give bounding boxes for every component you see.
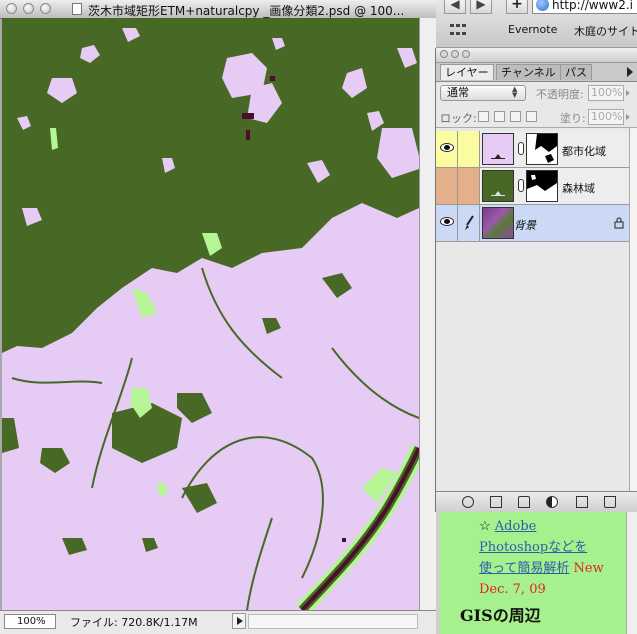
tab-channels[interactable]: チャンネル bbox=[496, 64, 561, 80]
lock-transparent-icon[interactable] bbox=[478, 111, 489, 122]
palette-window-controls bbox=[440, 50, 470, 58]
zoom-button[interactable] bbox=[40, 3, 51, 14]
palette-bottom-bar bbox=[436, 491, 637, 512]
palette-close-button[interactable] bbox=[440, 50, 448, 58]
layer-row-urban[interactable]: 都市化域 bbox=[436, 131, 629, 168]
document-title: 茨木市域矩形ETM+naturalcpy _画像分類2.psd @ 100... bbox=[88, 4, 405, 18]
layer-thumbnail-icon bbox=[482, 207, 514, 239]
adjustment-layer-icon[interactable] bbox=[546, 496, 558, 508]
layer-thumbnail-icon bbox=[482, 170, 514, 202]
layer-row-forest[interactable]: 森林域 bbox=[436, 168, 629, 205]
blend-row: 通常 ▲ ▼ 不透明度: 100% bbox=[436, 82, 637, 104]
fill-slider-arrow-icon[interactable] bbox=[626, 114, 630, 120]
article-link-line2[interactable]: Photoshopなどを bbox=[479, 540, 587, 555]
forward-button[interactable]: ▶ bbox=[470, 0, 492, 14]
classified-map bbox=[2, 18, 419, 610]
zoom-level-field[interactable]: 100% bbox=[4, 614, 56, 629]
web-news-item: ☆ Adobe Photoshopなどを 使って簡易解析 New Dec. 7,… bbox=[479, 516, 619, 600]
fill-field[interactable]: 100% bbox=[588, 109, 624, 125]
adjustment-icon bbox=[489, 154, 507, 163]
lock-icon bbox=[614, 217, 624, 229]
horizontal-scrollbar[interactable] bbox=[248, 614, 418, 629]
layers-empty-area bbox=[436, 244, 629, 491]
visibility-toggle[interactable] bbox=[436, 131, 458, 167]
palette-minimize-button[interactable] bbox=[451, 50, 459, 58]
tab-paths[interactable]: パス bbox=[560, 64, 592, 80]
image-canvas[interactable] bbox=[2, 18, 419, 610]
layer-mask-thumbnail[interactable] bbox=[526, 133, 558, 165]
layer-thumbnail-icon bbox=[482, 133, 514, 165]
browser-toolbar: ◀ ▶ + http://www2.i Evernote 木庭のサイト bbox=[436, 0, 637, 48]
palette-title-bar[interactable] bbox=[436, 48, 637, 63]
opacity-field[interactable]: 100% bbox=[588, 85, 624, 101]
adjustment-icon bbox=[489, 191, 507, 200]
layer-name: 森林域 bbox=[562, 182, 595, 195]
layer-style-icon[interactable] bbox=[462, 496, 474, 508]
brush-icon bbox=[465, 215, 474, 230]
lock-label: ロック: bbox=[440, 112, 477, 125]
eye-icon bbox=[440, 217, 454, 226]
article-link-line3[interactable]: 使って簡易解析 bbox=[479, 561, 569, 576]
trash-icon[interactable] bbox=[604, 496, 616, 508]
article-date: Dec. 7, 09 bbox=[479, 582, 546, 597]
eye-icon bbox=[440, 143, 454, 152]
lock-all-icon[interactable] bbox=[526, 111, 537, 122]
document-window: 茨木市域矩形ETM+naturalcpy _画像分類2.psd @ 100... bbox=[0, 0, 436, 634]
layers-scrollbar[interactable] bbox=[629, 128, 637, 491]
palette-zoom-button[interactable] bbox=[462, 50, 470, 58]
window-controls bbox=[6, 3, 51, 14]
layer-link-cell[interactable] bbox=[458, 131, 480, 167]
visibility-toggle[interactable] bbox=[436, 205, 458, 241]
minimize-button[interactable] bbox=[23, 3, 34, 14]
new-group-icon[interactable] bbox=[518, 496, 530, 508]
fill-label: 塗り: bbox=[560, 112, 586, 125]
add-mask-icon[interactable] bbox=[490, 496, 502, 508]
close-button[interactable] bbox=[6, 3, 17, 14]
mask-pattern bbox=[527, 134, 557, 164]
add-bookmark-button[interactable]: + bbox=[506, 0, 528, 14]
palette-menu-button[interactable] bbox=[624, 65, 636, 79]
article-link[interactable]: Adobe bbox=[495, 519, 537, 534]
web-scrollbar[interactable] bbox=[626, 512, 637, 634]
layer-link-cell[interactable] bbox=[458, 168, 480, 204]
document-icon bbox=[72, 3, 82, 15]
status-menu-button[interactable] bbox=[232, 613, 246, 629]
back-button[interactable]: ◀ bbox=[444, 0, 466, 14]
file-size-info: ファイル: 720.8K/1.17M bbox=[70, 616, 198, 629]
layer-mask-thumbnail[interactable] bbox=[526, 170, 558, 202]
bookmarks-bar: Evernote 木庭のサイト bbox=[436, 20, 637, 42]
mask-pattern bbox=[527, 171, 557, 201]
bookmark-kiniwa-site[interactable]: 木庭のサイト bbox=[574, 23, 637, 39]
chain-link-icon[interactable] bbox=[518, 179, 524, 192]
palette-tabs: レイヤー チャンネル パス bbox=[436, 63, 637, 82]
chain-link-icon[interactable] bbox=[518, 142, 524, 155]
lock-row: ロック: 塗り: 100% bbox=[436, 106, 637, 128]
bookmark-evernote[interactable]: Evernote bbox=[508, 23, 557, 36]
star-icon: ☆ bbox=[479, 519, 491, 534]
status-bar: 100% ファイル: 720.8K/1.17M bbox=[0, 610, 436, 634]
section-title: GISの周辺 bbox=[460, 606, 541, 625]
visibility-toggle[interactable] bbox=[436, 168, 458, 204]
brush-cell[interactable] bbox=[458, 205, 480, 241]
lock-image-icon[interactable] bbox=[494, 111, 505, 122]
opacity-slider-arrow-icon[interactable] bbox=[626, 90, 630, 96]
lock-position-icon[interactable] bbox=[510, 111, 521, 122]
layer-row-background[interactable]: 背景 bbox=[436, 205, 629, 242]
bookmarks-grid-icon[interactable] bbox=[450, 24, 466, 38]
opacity-label: 不透明度: bbox=[536, 88, 584, 101]
new-layer-icon[interactable] bbox=[576, 496, 588, 508]
layer-name: 都市化域 bbox=[562, 145, 606, 158]
layers-palette: レイヤー チャンネル パス 通常 ▲ ▼ 不透明度: 100% ロック: 塗り: … bbox=[435, 48, 637, 512]
select-arrows-icon: ▲ ▼ bbox=[512, 85, 518, 99]
tab-layers[interactable]: レイヤー bbox=[440, 64, 494, 80]
new-badge: New bbox=[573, 561, 604, 576]
layer-name: 背景 bbox=[514, 219, 536, 232]
vertical-scrollbar[interactable] bbox=[419, 18, 436, 610]
document-title-bar[interactable]: 茨木市域矩形ETM+naturalcpy _画像分類2.psd @ 100... bbox=[0, 0, 436, 19]
